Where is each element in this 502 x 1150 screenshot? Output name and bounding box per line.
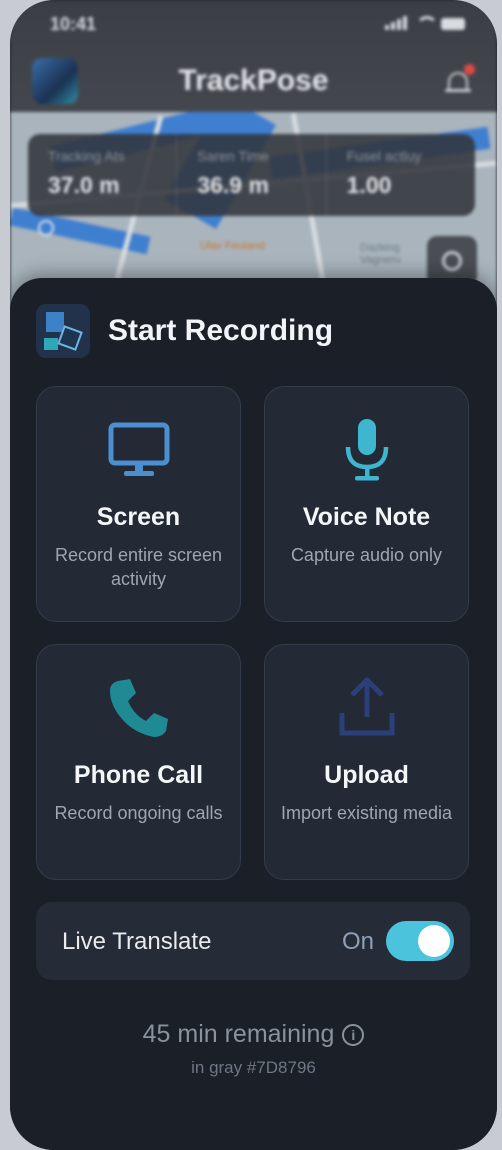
remaining-time: 45 min remaining i bbox=[10, 1020, 497, 1049]
stat-label: Fusel actluy bbox=[346, 148, 422, 164]
microphone-icon bbox=[345, 419, 388, 481]
remaining-text: 45 min remaining bbox=[142, 1020, 335, 1048]
option-voice-note[interactable]: Voice Note Capture audio only bbox=[264, 386, 469, 622]
option-label: Phone Call bbox=[73, 761, 204, 789]
option-description: Capture audio only bbox=[290, 545, 443, 565]
current-location-dot bbox=[38, 220, 54, 236]
stat-value: 37.0 m bbox=[48, 172, 120, 198]
option-upload[interactable]: Upload Import existing media bbox=[264, 644, 469, 880]
map-label: Dazking Vagneru bbox=[360, 242, 401, 266]
option-label: Screen bbox=[96, 503, 181, 531]
switch-knob bbox=[418, 925, 450, 957]
option-phone-call[interactable]: Phone Call Record ongoing calls bbox=[36, 644, 241, 880]
remaining-note: in gray #7D8796 bbox=[191, 1058, 316, 1077]
option-description: Record ongoing calls bbox=[54, 803, 223, 823]
app-title: TrackPose bbox=[178, 64, 329, 97]
notification-badge bbox=[464, 64, 475, 75]
live-translate-row: Live Translate On bbox=[36, 902, 470, 980]
phone-frame: 10:41 TrackPose Ulav Feuland Dazking Vag… bbox=[10, 0, 497, 1150]
status-icons bbox=[385, 16, 465, 30]
toggle-state: On bbox=[341, 928, 374, 955]
upload-icon bbox=[339, 677, 394, 736]
stat-item: Fusel actluy 1.00 bbox=[327, 134, 475, 216]
stat-label: Tracking Ats bbox=[48, 148, 125, 164]
stat-value: 36.9 m bbox=[197, 172, 269, 198]
stat-item: Tracking Ats 37.0 m bbox=[28, 134, 178, 216]
signal-icon bbox=[385, 16, 407, 30]
map-label: Ulav Feuland bbox=[200, 240, 265, 252]
stats-card: Tracking Ats 37.0 m Saren Time 36.9 m Fu… bbox=[28, 134, 475, 216]
app-logo-icon bbox=[36, 304, 90, 358]
option-description: Record entire screen activity bbox=[54, 545, 223, 589]
notification-bell-icon[interactable] bbox=[445, 64, 475, 96]
phone-icon bbox=[109, 679, 168, 737]
battery-icon bbox=[441, 18, 465, 30]
option-label: Voice Note bbox=[302, 503, 431, 531]
stat-item: Saren Time 36.9 m bbox=[177, 134, 327, 216]
option-label: Upload bbox=[324, 761, 409, 789]
wifi-icon bbox=[415, 16, 438, 30]
stat-label: Saren Time bbox=[197, 148, 269, 164]
info-icon[interactable]: i bbox=[342, 1024, 365, 1046]
monitor-icon bbox=[108, 422, 169, 476]
option-screen[interactable]: Screen Record entire screen activity bbox=[36, 386, 241, 622]
option-description: Import existing media bbox=[280, 803, 453, 823]
sheet-title: Start Recording bbox=[108, 314, 334, 347]
status-time: 10:41 bbox=[50, 14, 97, 34]
toggle-label: Live Translate bbox=[62, 928, 212, 955]
stat-value: 1.00 bbox=[346, 172, 392, 198]
live-translate-switch[interactable] bbox=[386, 921, 454, 961]
recording-sheet: Start Recording Screen Record entire scr… bbox=[10, 278, 497, 1150]
